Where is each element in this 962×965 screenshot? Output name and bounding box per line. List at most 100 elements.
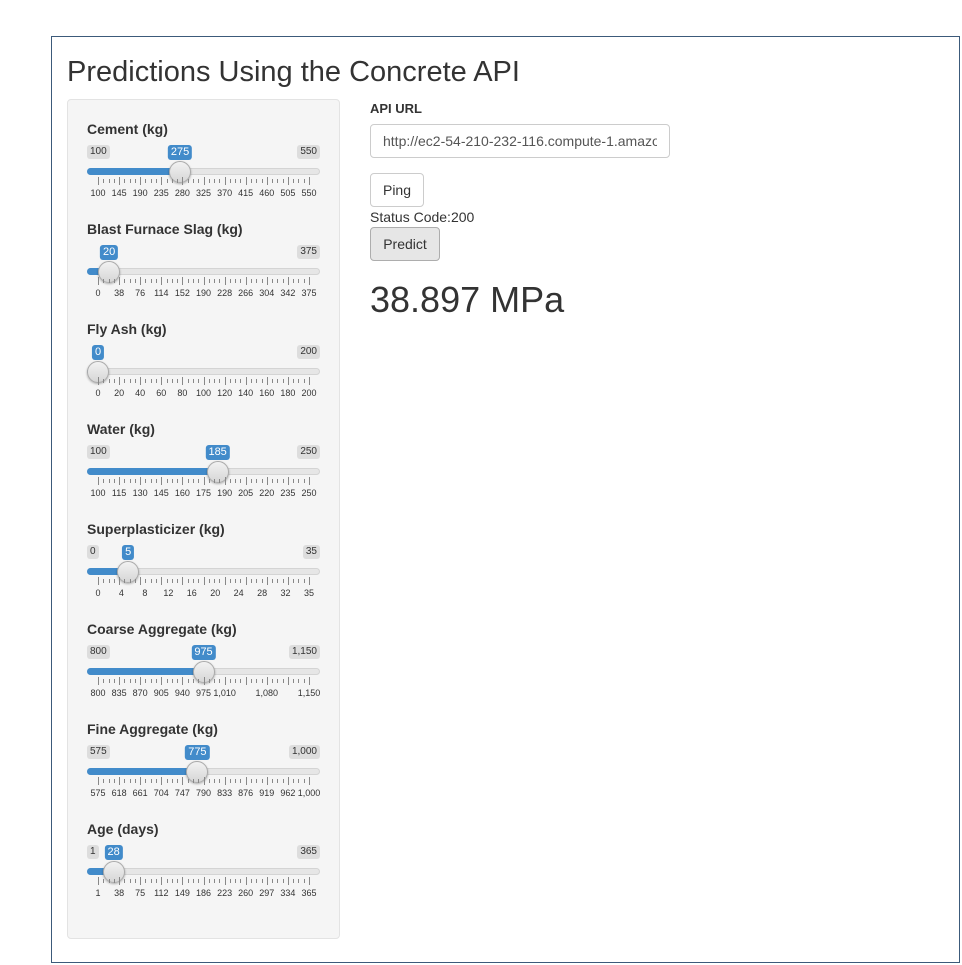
slider-minor-tick: [282, 879, 284, 883]
slider-minor-tick: [256, 179, 258, 183]
slider-tick-label: 1,080: [255, 688, 279, 698]
slider-major-tick: [203, 777, 205, 785]
slider-minor-tick: [124, 179, 126, 183]
slider-major-tick: [266, 177, 268, 185]
slider-minor-tick: [272, 479, 274, 483]
slider-minor-tick: [219, 379, 221, 383]
slider-track[interactable]: [87, 268, 320, 275]
slider-minor-tick: [108, 479, 110, 483]
slider-minor-tick: [240, 379, 242, 383]
slider-fill: [87, 668, 204, 675]
api-url-input[interactable]: [370, 124, 670, 158]
slider-minor-tick: [214, 879, 216, 883]
slider-tick-label: 76: [135, 288, 146, 298]
slider-tick-label: 870: [132, 688, 148, 698]
slider-minor-tick: [235, 879, 237, 883]
slider-minor-tick: [166, 679, 168, 683]
slider-tick-label: 38: [114, 888, 125, 898]
slider-tick-label: 16: [186, 588, 197, 598]
slider-value-badge: 975: [191, 645, 216, 660]
slider-minor-tick: [129, 779, 131, 783]
slider-minor-tick: [108, 379, 110, 383]
slider-minor-tick: [229, 579, 231, 583]
slider-minor-tick: [187, 379, 189, 383]
slider-minor-tick: [166, 479, 168, 483]
slider-min-label: 800: [87, 645, 110, 659]
slider-minor-tick: [145, 479, 147, 483]
slider-minor-tick: [277, 279, 279, 283]
slider-minor-tick: [177, 279, 179, 283]
slider-tick-label: 1: [95, 888, 101, 898]
slider-major-tick: [224, 477, 226, 485]
slider-minor-tick: [277, 379, 279, 383]
slider-minor-tick: [134, 679, 136, 683]
slider-minor-tick: [219, 879, 221, 883]
slider-major-tick: [119, 677, 121, 685]
slider-tick-label: 140: [238, 388, 254, 398]
slider-minor-tick: [250, 779, 252, 783]
slider-minor-tick: [293, 279, 295, 283]
slider-minor-tick: [187, 579, 189, 583]
slider-minor-tick: [134, 879, 136, 883]
slider-major-tick: [182, 577, 184, 585]
slider-minor-tick: [171, 379, 173, 383]
status-code-text: Status Code:200: [370, 209, 475, 225]
slider-major-tick: [119, 177, 121, 185]
slider-tick-label: 235: [153, 188, 169, 198]
slider-tick-label: 297: [259, 888, 275, 898]
slider-major-tick: [182, 177, 184, 185]
slider-minor-tick: [293, 479, 295, 483]
slider-minor-tick: [208, 679, 210, 683]
slider-minor-tick: [272, 279, 274, 283]
slider-minor-tick: [198, 679, 200, 683]
slider-minor-tick: [145, 179, 147, 183]
slider-minor-tick: [261, 479, 263, 483]
slider-minor-tick: [103, 879, 105, 883]
slider-tick-label: 120: [217, 388, 233, 398]
slider-minor-tick: [277, 879, 279, 883]
slider-minor-tick: [240, 579, 242, 583]
slider-minor-tick: [177, 679, 179, 683]
slider-tick-label: 876: [238, 788, 254, 798]
slider-tick-label: 200: [301, 388, 317, 398]
slider-tick-label: 4: [118, 588, 124, 598]
slider-minor-tick: [277, 179, 279, 183]
slider-tick-label: 0: [95, 588, 101, 598]
slider-tick-label: 228: [217, 288, 233, 298]
slider-major-tick: [266, 777, 268, 785]
slider-tick-label: 266: [238, 288, 254, 298]
slider-tick-label: 575: [90, 788, 106, 798]
slider-minor-tick: [282, 379, 284, 383]
slider-max-label: 1,000: [288, 745, 320, 759]
predict-button[interactable]: Predict: [370, 227, 440, 261]
slider-minor-tick: [129, 279, 131, 283]
slider-minor-tick: [156, 279, 158, 283]
slider-minor-tick: [229, 379, 231, 383]
slider-tick-label: 790: [195, 788, 212, 798]
slider-minor-tick: [124, 879, 126, 883]
slider-minor-tick: [256, 779, 258, 783]
slider-minor-tick: [240, 879, 242, 883]
slider-minor-tick: [219, 479, 221, 483]
slider-major-tick: [161, 377, 163, 385]
slider-minor-tick: [282, 579, 284, 583]
slider-minor-tick: [250, 879, 252, 883]
slider-minor-tick: [261, 579, 263, 583]
slider-max-label: 550: [297, 145, 320, 159]
slider-track[interactable]: [87, 368, 320, 375]
slider-major-tick: [203, 877, 205, 885]
slider-minor-tick: [303, 279, 305, 283]
slider-major-tick: [98, 877, 99, 885]
slider-major-tick: [224, 777, 226, 785]
slider-minor-tick: [240, 679, 242, 683]
slider-minor-tick: [103, 379, 105, 383]
slider-value-badge: 5: [122, 545, 135, 560]
slider-minor-tick: [298, 879, 300, 883]
ping-button[interactable]: Ping: [370, 173, 424, 207]
slider-major-tick: [98, 177, 99, 185]
slider-major-tick: [224, 377, 226, 385]
slider-minor-tick: [214, 479, 216, 483]
slider-tick-label: 365: [301, 888, 317, 898]
slider-minor-tick: [229, 279, 231, 283]
slider-value-badge: 20: [100, 245, 119, 260]
